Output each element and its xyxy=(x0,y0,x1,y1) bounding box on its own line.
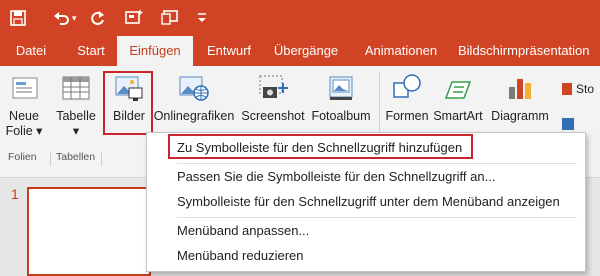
my-addins-icon[interactable] xyxy=(562,118,574,130)
new-slide-icon[interactable] xyxy=(122,6,146,30)
online-pictures-label: Onlinegrafiken xyxy=(153,109,235,123)
customize-qat-icon[interactable] xyxy=(190,6,214,30)
screenshot-icon xyxy=(255,70,291,106)
group-label-folien: Folien xyxy=(8,151,37,163)
shapes-button[interactable]: Formen xyxy=(382,70,432,124)
menu-item-label: Passen Sie die Symbolleiste für den Schn… xyxy=(177,169,496,184)
redo-icon[interactable] xyxy=(86,6,110,30)
photo-album-button[interactable]: Fotoalbum xyxy=(308,70,374,124)
menu-item-customize-ribbon[interactable]: Menüband anpassen... xyxy=(147,219,585,243)
online-pictures-button[interactable]: Onlinegrafiken xyxy=(152,70,236,124)
table-label: Tabelle ▾ xyxy=(56,109,96,138)
tab-start[interactable]: Start xyxy=(66,36,116,66)
smartart-button[interactable]: SmartArt xyxy=(432,70,484,124)
smartart-label: SmartArt xyxy=(433,109,483,123)
store-label: Sto xyxy=(576,82,595,96)
undo-dropdown-icon[interactable]: ▾ xyxy=(72,13,77,24)
chart-icon xyxy=(502,70,538,106)
menu-item-customize-qat[interactable]: Passen Sie die Symbolleiste für den Schn… xyxy=(147,165,585,189)
menu-separator xyxy=(177,163,577,164)
group-label-tabellen: Tabellen xyxy=(56,151,96,163)
store-button[interactable]: Sto xyxy=(562,82,600,96)
screenshot-button[interactable]: Screenshot xyxy=(240,70,306,124)
group-separator xyxy=(50,152,51,166)
new-slide-button[interactable]: Neue Folie ▾ xyxy=(2,70,46,139)
tab-animationen[interactable]: Animationen xyxy=(355,36,447,66)
slide-thumbnail[interactable] xyxy=(27,187,151,276)
shapes-label: Formen xyxy=(385,109,429,123)
screenshot-label: Screenshot xyxy=(241,109,305,123)
menu-item-label: Menüband anpassen... xyxy=(177,223,310,238)
undo-icon[interactable] xyxy=(50,6,74,30)
tab-bildschirmpraesentation[interactable]: Bildschirmpräsentation xyxy=(458,36,600,66)
table-icon xyxy=(58,70,94,106)
menu-separator xyxy=(177,217,577,218)
smartart-icon xyxy=(440,70,476,106)
photo-album-label: Fotoalbum xyxy=(311,109,371,123)
tab-datei[interactable]: Datei xyxy=(6,36,56,66)
table-button[interactable]: Tabelle ▾ xyxy=(52,70,100,139)
shapes-icon xyxy=(389,70,425,106)
menu-item-label: Menüband reduzieren xyxy=(177,248,304,263)
save-icon[interactable] xyxy=(6,6,30,30)
slide-show-icon[interactable] xyxy=(158,6,182,30)
tab-entwurf[interactable]: Entwurf xyxy=(196,36,262,66)
menu-item-show-qat-below-ribbon[interactable]: Symbolleiste für den Schnellzugriff unte… xyxy=(147,190,585,214)
online-pictures-icon xyxy=(176,70,212,106)
store-icon xyxy=(562,83,572,95)
quick-access-toolbar: ▾ xyxy=(0,0,600,36)
menu-item-collapse-ribbon[interactable]: Menüband reduzieren xyxy=(147,244,585,268)
tab-uebergaenge[interactable]: Übergänge xyxy=(266,36,346,66)
ribbon-tabs: Datei Start Einfügen Entwurf Übergänge A… xyxy=(0,36,600,66)
pictures-highlight-box xyxy=(103,71,153,135)
chart-button[interactable]: Diagramm xyxy=(488,70,552,124)
new-slide-large-icon xyxy=(6,70,42,106)
slide-number: 1 xyxy=(11,186,19,202)
photo-album-icon xyxy=(323,70,359,106)
menu-item-label: Symbolleiste für den Schnellzugriff unte… xyxy=(177,194,560,209)
menu-item-highlight-box xyxy=(168,134,473,159)
tab-einfuegen[interactable]: Einfügen xyxy=(117,36,193,66)
group-separator xyxy=(101,152,102,166)
chart-label: Diagramm xyxy=(491,109,549,123)
new-slide-label: Neue Folie ▾ xyxy=(5,109,43,138)
